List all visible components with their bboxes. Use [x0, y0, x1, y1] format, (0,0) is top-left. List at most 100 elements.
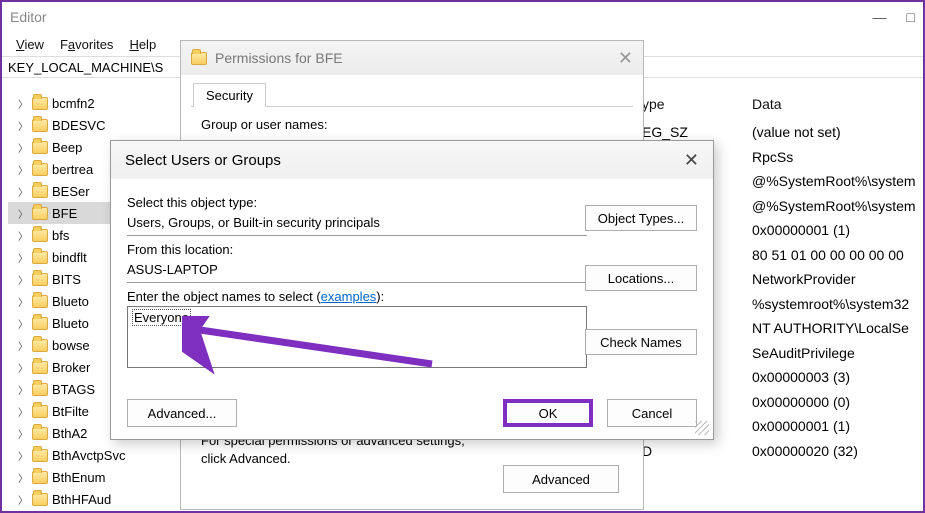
chevron-right-icon[interactable]: 〉	[18, 382, 28, 397]
data-cell: 0x00000003 (3)	[752, 369, 917, 385]
chevron-right-icon[interactable]: 〉	[18, 492, 28, 507]
chevron-right-icon[interactable]: 〉	[18, 140, 28, 155]
window-title: Editor	[10, 9, 47, 25]
tree-label: BthHFAud	[52, 492, 111, 507]
tree-label: BthA2	[52, 426, 87, 441]
chevron-right-icon[interactable]: 〉	[18, 360, 28, 375]
data-cell: NetworkProvider	[752, 271, 917, 287]
examples-link[interactable]: examples	[321, 289, 377, 304]
folder-icon	[32, 207, 48, 220]
folder-icon	[32, 295, 48, 308]
ok-button[interactable]: OK	[503, 399, 593, 427]
tree-item[interactable]: 〉 BDESVC	[8, 114, 168, 136]
folder-icon	[32, 97, 48, 110]
advanced-button[interactable]: Advanced	[503, 465, 619, 493]
object-names-input[interactable]: Everyone	[127, 306, 587, 368]
menu-help[interactable]: Help	[129, 37, 156, 52]
tree-label: BthEnum	[52, 470, 105, 485]
tree-item[interactable]: 〉 BthAvctpSvc	[8, 444, 168, 466]
folder-icon	[32, 405, 48, 418]
data-cell: %systemroot%\system32	[752, 296, 917, 312]
type-cell: EG_SZ	[642, 124, 752, 140]
table-row[interactable]: D0x00000020 (32)	[642, 439, 917, 464]
folder-icon	[32, 163, 48, 176]
tree-label: BtFilte	[52, 404, 89, 419]
tree-label: bcmfn2	[52, 96, 95, 111]
minimize-icon[interactable]: —	[873, 9, 887, 25]
data-cell: NT AUTHORITY\LocalSe	[752, 320, 917, 336]
select-users-title: Select Users or Groups	[125, 152, 281, 169]
folder-icon	[32, 141, 48, 154]
tree-item[interactable]: 〉 bcmfn2	[8, 92, 168, 114]
address-text: KEY_LOCAL_MACHINE\S	[8, 60, 163, 75]
tab-security[interactable]: Security	[193, 83, 266, 107]
special-text-2: click Advanced.	[201, 451, 291, 466]
chevron-right-icon[interactable]: 〉	[18, 426, 28, 441]
folder-icon	[32, 427, 48, 440]
enter-names-label: Enter the object names to select (exampl…	[127, 289, 697, 304]
data-cell: 0x00000001 (1)	[752, 418, 917, 434]
check-names-button[interactable]: Check Names	[585, 329, 697, 355]
resize-grip-icon[interactable]	[695, 421, 709, 435]
data-cell: 0x00000020 (32)	[752, 443, 917, 459]
chevron-right-icon[interactable]: 〉	[18, 206, 28, 221]
type-cell: D	[642, 443, 752, 459]
tree-label: Blueto	[52, 316, 89, 331]
object-names-value: Everyone	[132, 309, 191, 326]
data-cell: (value not set)	[752, 124, 917, 140]
menu-favorites[interactable]: Favorites	[60, 37, 113, 52]
tree-label: bertrea	[52, 162, 93, 177]
folder-icon	[32, 493, 48, 506]
tree-item[interactable]: 〉 BthEnum	[8, 466, 168, 488]
chevron-right-icon[interactable]: 〉	[18, 96, 28, 111]
column-type[interactable]: ype	[642, 96, 752, 112]
tree-label: BDESVC	[52, 118, 105, 133]
object-type-value: Users, Groups, or Built-in security prin…	[127, 212, 587, 236]
tree-label: bindflt	[52, 250, 87, 265]
maximize-icon[interactable]: □	[907, 9, 915, 25]
tree-label: BTAGS	[52, 382, 95, 397]
chevron-right-icon[interactable]: 〉	[18, 272, 28, 287]
chevron-right-icon[interactable]: 〉	[18, 316, 28, 331]
tree-item[interactable]: 〉 BthHFAud	[8, 488, 168, 510]
data-cell: @%SystemRoot%\system	[752, 198, 917, 214]
chevron-right-icon[interactable]: 〉	[18, 338, 28, 353]
data-cell: 80 51 01 00 00 00 00 00	[752, 247, 917, 263]
data-cell: RpcSs	[752, 149, 917, 165]
folder-icon	[32, 119, 48, 132]
tree-label: Beep	[52, 140, 82, 155]
folder-icon	[32, 449, 48, 462]
location-label: From this location:	[127, 242, 697, 257]
folder-icon	[191, 52, 207, 65]
locations-button[interactable]: Locations...	[585, 265, 697, 291]
data-cell: SeAuditPrivilege	[752, 345, 917, 361]
tree-label: BthAvctpSvc	[52, 448, 125, 463]
chevron-right-icon[interactable]: 〉	[18, 162, 28, 177]
chevron-right-icon[interactable]: 〉	[18, 228, 28, 243]
select-users-dialog: Select Users or Groups ✕ Select this obj…	[110, 140, 714, 440]
tree-label: bfs	[52, 228, 69, 243]
permissions-title: Permissions for BFE	[215, 50, 343, 66]
close-icon[interactable]: ✕	[618, 48, 633, 69]
chevron-right-icon[interactable]: 〉	[18, 448, 28, 463]
cancel-button[interactable]: Cancel	[607, 399, 697, 427]
chevron-right-icon[interactable]: 〉	[18, 118, 28, 133]
menu-view[interactable]: View	[16, 37, 44, 52]
chevron-right-icon[interactable]: 〉	[18, 250, 28, 265]
close-icon[interactable]: ✕	[684, 150, 699, 171]
column-data[interactable]: Data	[752, 96, 917, 112]
advanced-button[interactable]: Advanced...	[127, 399, 237, 427]
group-names-label: Group or user names:	[201, 117, 623, 132]
chevron-right-icon[interactable]: 〉	[18, 294, 28, 309]
tree-label: Broker	[52, 360, 90, 375]
chevron-right-icon[interactable]: 〉	[18, 404, 28, 419]
folder-icon	[32, 317, 48, 330]
folder-icon	[32, 273, 48, 286]
object-types-button[interactable]: Object Types...	[585, 205, 697, 231]
folder-icon	[32, 339, 48, 352]
folder-icon	[32, 471, 48, 484]
tree-label: BFE	[52, 206, 77, 221]
chevron-right-icon[interactable]: 〉	[18, 184, 28, 199]
chevron-right-icon[interactable]: 〉	[18, 470, 28, 485]
data-cell: 0x00000001 (1)	[752, 222, 917, 238]
